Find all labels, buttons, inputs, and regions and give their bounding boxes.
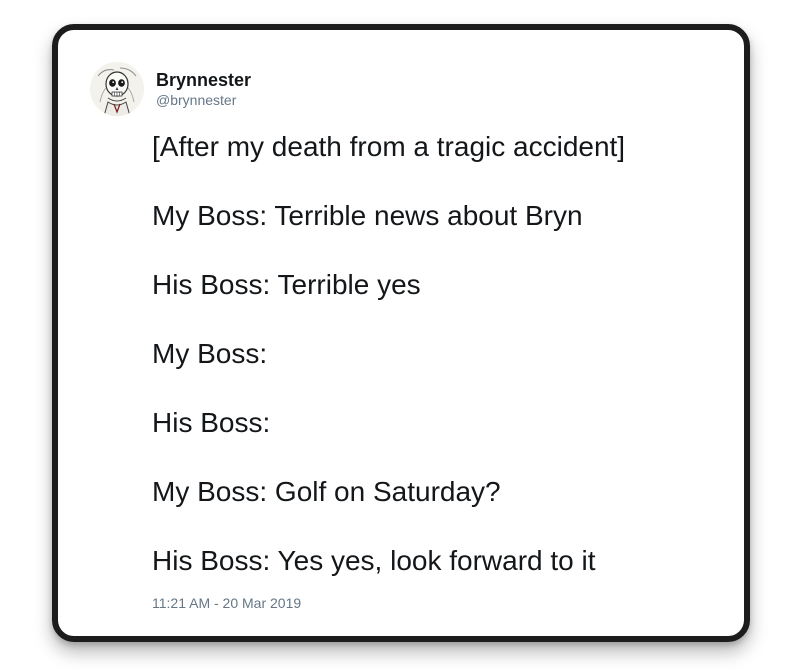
tweet-card: Brynnester @brynnester [After my death f… (52, 24, 750, 642)
tweet-header: Brynnester @brynnester (90, 62, 251, 116)
avatar[interactable] (90, 62, 144, 116)
tweet-line: His Boss: Terrible yes (152, 269, 421, 300)
tweet-body: [After my death from a tragic accident] … (152, 130, 732, 578)
tweet-line: His Boss: Yes yes, look forward to it (152, 545, 596, 576)
skeleton-avatar-icon (90, 62, 144, 116)
tweet-line: [After my death from a tragic accident] (152, 131, 626, 162)
author-display-name[interactable]: Brynnester (156, 69, 251, 91)
author-handle[interactable]: @brynnester (156, 91, 251, 109)
author-names: Brynnester @brynnester (156, 69, 251, 109)
tweet-line: My Boss: Golf on Saturday? (152, 476, 501, 507)
tweet-line: His Boss: (152, 407, 271, 438)
tweet-timestamp[interactable]: 11:21 AM - 20 Mar 2019 (152, 594, 301, 612)
tweet-line: My Boss: Terrible news about Bryn (152, 200, 583, 231)
tweet-line: My Boss: (152, 338, 268, 369)
